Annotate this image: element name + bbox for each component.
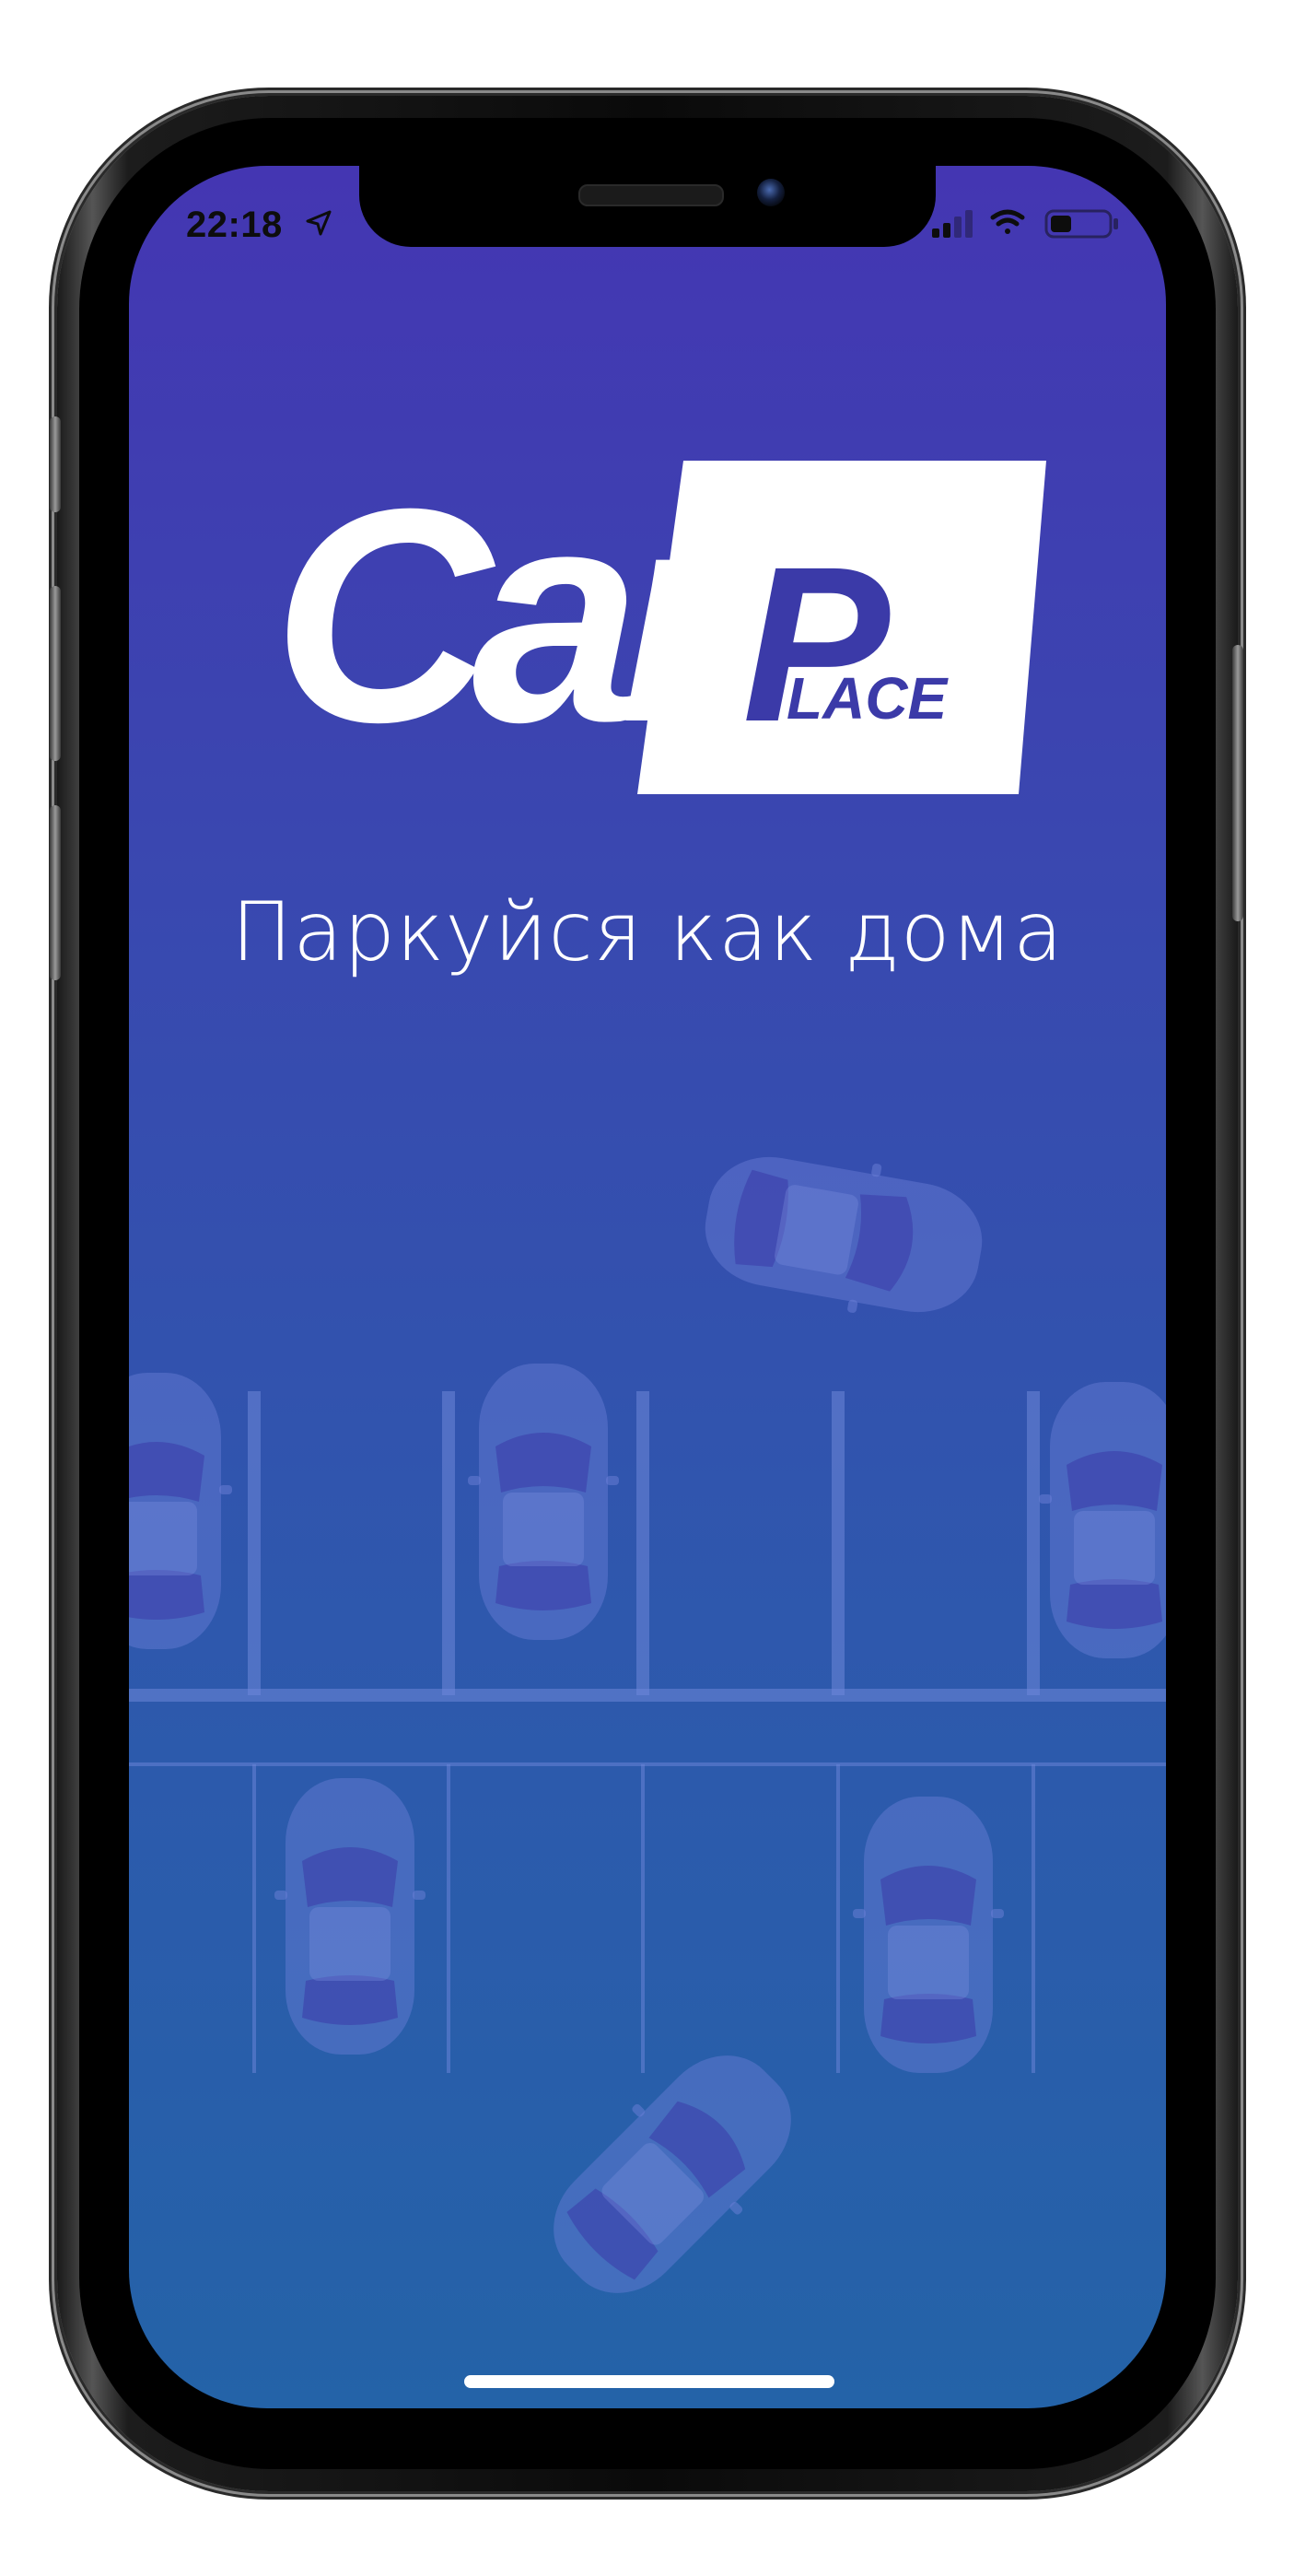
- cellular-signal-icon: [932, 210, 973, 238]
- upper-parking-lines: [129, 1391, 1166, 1702]
- app-screen: 22:18 Car P LACE Паркуйся как дома: [129, 166, 1166, 2408]
- car-driving-top: [694, 1136, 993, 1333]
- lower-parking-lines: [129, 1762, 1166, 2073]
- home-indicator[interactable]: [464, 2375, 834, 2388]
- earpiece-speaker: [578, 184, 724, 206]
- device-mute-switch: [50, 416, 61, 512]
- car-upper-left: [129, 1373, 232, 1649]
- location-arrow-icon: [306, 210, 332, 236]
- device-volume-down: [50, 805, 61, 980]
- car-upper-middle: [468, 1364, 619, 1640]
- device-power-button: [1232, 645, 1243, 921]
- device-notch: [359, 166, 936, 247]
- battery-low-icon: [1044, 209, 1118, 239]
- car-lower-left: [274, 1778, 426, 2055]
- car-upper-right: [1039, 1382, 1166, 1658]
- carplace-logo: Car P LACE: [273, 461, 1046, 794]
- logo-lace-text: LACE: [787, 665, 950, 732]
- front-camera: [757, 179, 785, 206]
- car-lower-right: [853, 1797, 1004, 2073]
- status-time: 22:18: [186, 205, 283, 245]
- car-driving-bottom: [520, 2022, 824, 2326]
- status-indicators: [932, 209, 1118, 239]
- device-volume-up: [50, 586, 61, 761]
- logo-car-text: Car: [273, 461, 753, 785]
- tagline: Паркуйся как дома: [231, 884, 1064, 979]
- wifi-icon: [990, 209, 1025, 234]
